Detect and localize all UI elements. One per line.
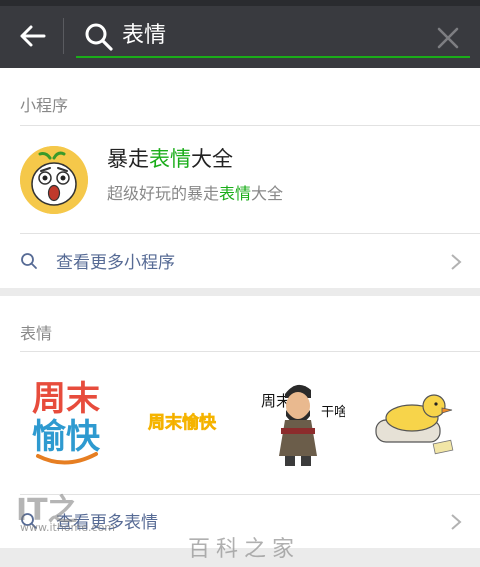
topbar-divider: [63, 18, 64, 54]
sticker-image: 周末 干啥呢: [261, 384, 360, 466]
sticker-text: 愉快: [32, 417, 101, 457]
description-highlight: 表情: [219, 184, 252, 203]
sticker-image: 周末 愉快: [32, 379, 101, 465]
sticker-text: 干啥呢: [321, 404, 345, 420]
title-text: 大全: [191, 147, 233, 171]
sticker-image: [375, 394, 454, 455]
more-mini-programs-link[interactable]: 查看更多小程序: [0, 234, 480, 288]
sticker-item[interactable]: 周末 干啥呢: [255, 376, 360, 468]
more-mini-programs-label: 查看更多小程序: [56, 253, 175, 273]
sticker-text: 周末: [32, 379, 100, 419]
chevron-right-icon: [451, 514, 462, 530]
baike-watermark: 百科之家: [188, 537, 301, 562]
sticker-item[interactable]: 周末愉快: [140, 402, 224, 442]
mini-program-title: 暴走表情大全: [107, 143, 233, 173]
search-input[interactable]: 表情: [122, 20, 166, 52]
status-strip: [0, 0, 480, 6]
divider: [20, 351, 480, 352]
description-text: 超级好玩的暴走: [107, 184, 220, 203]
sticker-item[interactable]: [372, 386, 460, 458]
description-text: 大全: [251, 184, 284, 203]
sticker-text: 周末愉快: [148, 412, 217, 433]
mini-program-logo: [20, 146, 88, 214]
section-title-mini-programs: 小程序: [20, 96, 69, 115]
clear-icon[interactable]: [434, 24, 462, 52]
section-title-stickers: 表情: [20, 324, 53, 343]
chevron-right-icon: [451, 254, 462, 270]
title-highlight: 表情: [149, 147, 191, 171]
search-icon: [85, 23, 113, 51]
title-text: 暴走: [107, 147, 149, 171]
search-icon: [21, 253, 37, 269]
divider: [20, 125, 480, 126]
mini-program-description: 超级好玩的暴走表情大全: [107, 180, 283, 204]
back-arrow-icon[interactable]: [18, 21, 48, 51]
section-gap: [0, 288, 480, 296]
sticker-item[interactable]: 周末 愉快: [20, 372, 112, 470]
top-bar: 表情: [0, 0, 480, 68]
ithome-url-watermark: www.ithome.com: [20, 521, 116, 534]
search-underline: [76, 56, 470, 58]
sticker-image: 周末愉快: [148, 412, 218, 434]
